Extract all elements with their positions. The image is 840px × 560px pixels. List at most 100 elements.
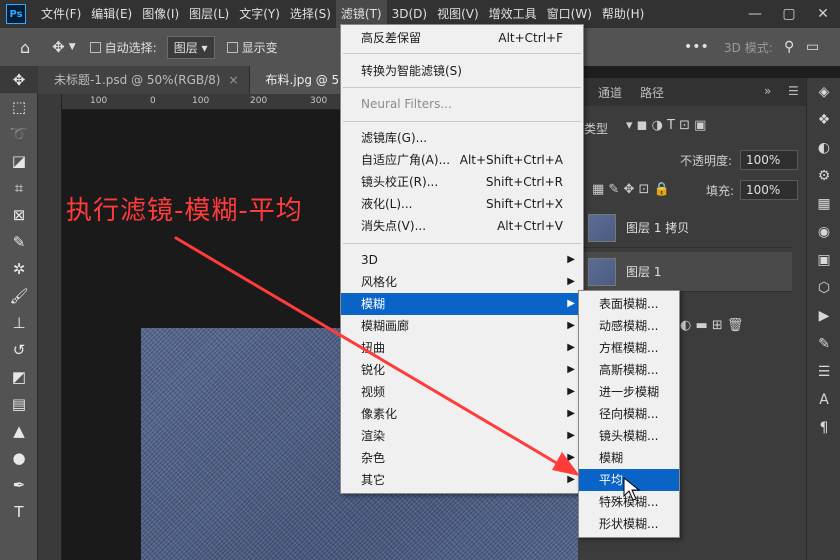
close-icon[interactable]: ✕ — [806, 0, 840, 28]
submenu-item-gaussian-blur[interactable]: 高斯模糊... — [579, 359, 679, 381]
submenu-item-radial-blur[interactable]: 径向模糊... — [579, 403, 679, 425]
menu-item-noise[interactable]: 杂色 ▶ — [341, 447, 583, 469]
menu-item-blur[interactable]: 模糊 ▶ — [341, 293, 583, 315]
close-tab-icon[interactable]: × — [228, 73, 238, 87]
menu-item-stylize[interactable]: 风格化 ▶ — [341, 271, 583, 293]
minimize-icon[interactable]: — — [738, 0, 772, 28]
brush-tool-icon[interactable]: 🖌 — [0, 282, 38, 309]
history-brush-icon[interactable]: ↺ — [0, 336, 38, 363]
menu-layer[interactable]: 图层(L) — [184, 0, 234, 28]
move-tool-icon[interactable]: ✥ — [52, 38, 65, 56]
show-transform-checkbox[interactable]: 显示变 — [226, 39, 278, 56]
menu-item-lens-correction[interactable]: 镜头校正(R)... Shift+Ctrl+R — [341, 171, 583, 193]
healing-tool-icon[interactable]: ✲ — [0, 255, 38, 282]
tab-paths[interactable]: 路径 — [640, 84, 664, 101]
grid-icon[interactable]: ▣ — [807, 246, 840, 274]
dodge-tool-icon[interactable]: ● — [0, 444, 38, 471]
maximize-icon[interactable]: ▢ — [772, 0, 806, 28]
color-icon[interactable]: ❖ — [807, 106, 840, 134]
right-icon-strip: ◈ ❖ ◐ ⚙ ▦ ◉ ▣ ⬡ ▶ ✎ ☰ A ¶ — [806, 78, 840, 560]
submenu-item-average[interactable]: 平均 — [579, 469, 679, 491]
move-tool-icon[interactable]: ✥ — [0, 66, 38, 93]
menu-image[interactable]: 图像(I) — [137, 0, 184, 28]
menu-item-adaptive-wide-angle[interactable]: 自适应广角(A)... Alt+Shift+Ctrl+A — [341, 149, 583, 171]
auto-select-target[interactable]: 图层 ▾ — [166, 35, 215, 59]
menu-file[interactable]: 文件(F) — [36, 0, 86, 28]
stamp-tool-icon[interactable]: ⊥ — [0, 309, 38, 336]
menu-item-3d[interactable]: 3D ▶ — [341, 249, 583, 271]
layer-row[interactable]: 图层 1 拷贝 — [578, 208, 792, 248]
panel-collapse-icon[interactable]: » — [764, 84, 771, 98]
more-icon[interactable]: ••• — [684, 39, 709, 55]
frame-tool-icon[interactable]: ⊠ — [0, 201, 38, 228]
gradient-tool-icon[interactable]: ▤ — [0, 390, 38, 417]
layer-filter-icons[interactable]: ▾ ◼ ◑ T ⊡ ▣ — [626, 118, 706, 133]
menu-help[interactable]: 帮助(H) — [597, 0, 649, 28]
menu-item-pixelate[interactable]: 像素化 ▶ — [341, 403, 583, 425]
search-icon[interactable]: ⚲ — [784, 39, 794, 55]
layer-name: 图层 1 拷贝 — [626, 221, 690, 235]
submenu-item-blur-more[interactable]: 进一步模糊 — [579, 381, 679, 403]
menu-edit[interactable]: 编辑(E) — [86, 0, 137, 28]
object-select-tool-icon[interactable]: ◪ — [0, 147, 38, 174]
menu-item-high-pass[interactable]: 高反差保留 Alt+Ctrl+F — [341, 27, 583, 49]
submenu-item-blur[interactable]: 模糊 — [579, 447, 679, 469]
crop-tool-icon[interactable]: ⌗ — [0, 174, 38, 201]
marquee-tool-icon[interactable]: ⬚ — [0, 93, 38, 120]
submenu-arrow-icon: ▶ — [567, 408, 575, 419]
layer-actions-icons[interactable]: ◐ ▬ ⊞ 🗑 — [680, 318, 743, 333]
submenu-item-surface-blur[interactable]: 表面模糊... — [579, 293, 679, 315]
fill-input[interactable]: 100% — [740, 180, 798, 200]
annotation-text: 执行滤镜-模糊-平均 — [66, 196, 303, 226]
libraries-icon[interactable]: ◉ — [807, 218, 840, 246]
opacity-input[interactable]: 100% — [740, 150, 798, 170]
shape-icon[interactable]: ⬡ — [807, 274, 840, 302]
tab-untitled[interactable]: 未标题-1.psd @ 50%(RGB/8) × — [38, 66, 250, 94]
tab-channels[interactable]: 通道 — [598, 84, 622, 101]
submenu-arrow-icon: ▶ — [567, 430, 575, 441]
pen-tool-icon[interactable]: ✒ — [0, 471, 38, 498]
menu-item-vanishing-point[interactable]: 消失点(V)... Alt+Ctrl+V — [341, 215, 583, 237]
menu-type[interactable]: 文字(Y) — [234, 0, 285, 28]
submenu-arrow-icon: ▶ — [567, 298, 575, 309]
submenu-arrow-icon: ▶ — [567, 320, 575, 331]
submenu-item-box-blur[interactable]: 方框模糊... — [579, 337, 679, 359]
properties-icon[interactable]: ⚙ — [807, 162, 840, 190]
menu-item-convert-smart-filter[interactable]: 转换为智能滤镜(S) — [341, 60, 583, 82]
auto-select-checkbox[interactable]: 自动选择: — [89, 39, 157, 56]
menu-item-distort[interactable]: 扭曲 ▶ — [341, 337, 583, 359]
menu-item-video[interactable]: 视频 ▶ — [341, 381, 583, 403]
blur-tool-icon[interactable]: ▲ — [0, 417, 38, 444]
submenu-item-motion-blur[interactable]: 动感模糊... — [579, 315, 679, 337]
eyedropper-tool-icon[interactable]: ✎ — [0, 228, 38, 255]
menu-item-liquify[interactable]: 液化(L)... Shift+Ctrl+X — [341, 193, 583, 215]
adjust-icon[interactable]: ◐ — [807, 134, 840, 162]
shapes-icon[interactable]: ▦ — [807, 190, 840, 218]
workspace-icon[interactable]: ▭ — [806, 39, 819, 55]
paragraph-icon[interactable]: ¶ — [807, 414, 840, 442]
submenu-item-lens-blur[interactable]: 镜头模糊... — [579, 425, 679, 447]
chevron-down-icon[interactable]: ▼ — [69, 42, 76, 52]
type-tool-icon[interactable]: T — [0, 498, 38, 525]
layer-row[interactable]: 图层 1 — [578, 252, 792, 292]
menu-item-sharpen[interactable]: 锐化 ▶ — [341, 359, 583, 381]
brush-settings-icon[interactable]: ✎ — [807, 330, 840, 358]
eraser-tool-icon[interactable]: ◩ — [0, 363, 38, 390]
menu-select[interactable]: 选择(S) — [285, 0, 336, 28]
layers-icon[interactable]: ◈ — [807, 78, 840, 106]
menu-item-blur-gallery[interactable]: 模糊画廊 ▶ — [341, 315, 583, 337]
submenu-item-smart-blur[interactable]: 特殊模糊... — [579, 491, 679, 513]
play-icon[interactable]: ▶ — [807, 302, 840, 330]
panel-menu-icon[interactable]: ☰ — [788, 84, 799, 98]
menu-item-filter-gallery[interactable]: 滤镜库(G)... — [341, 127, 583, 149]
lock-icons[interactable]: ▦ ✎ ✥ ⊡ 🔒 — [592, 182, 670, 197]
submenu-item-shape-blur[interactable]: 形状模糊... — [579, 513, 679, 535]
home-icon[interactable]: ⌂ — [20, 38, 30, 57]
menu-item-other[interactable]: 其它 ▶ — [341, 469, 583, 491]
menu-separator — [343, 121, 581, 122]
menu-item-render[interactable]: 渲染 ▶ — [341, 425, 583, 447]
fill-label: 填充: — [706, 184, 735, 198]
lasso-tool-icon[interactable]: ➰ — [0, 120, 38, 147]
type-icon[interactable]: A — [807, 386, 840, 414]
sliders-icon[interactable]: ☰ — [807, 358, 840, 386]
